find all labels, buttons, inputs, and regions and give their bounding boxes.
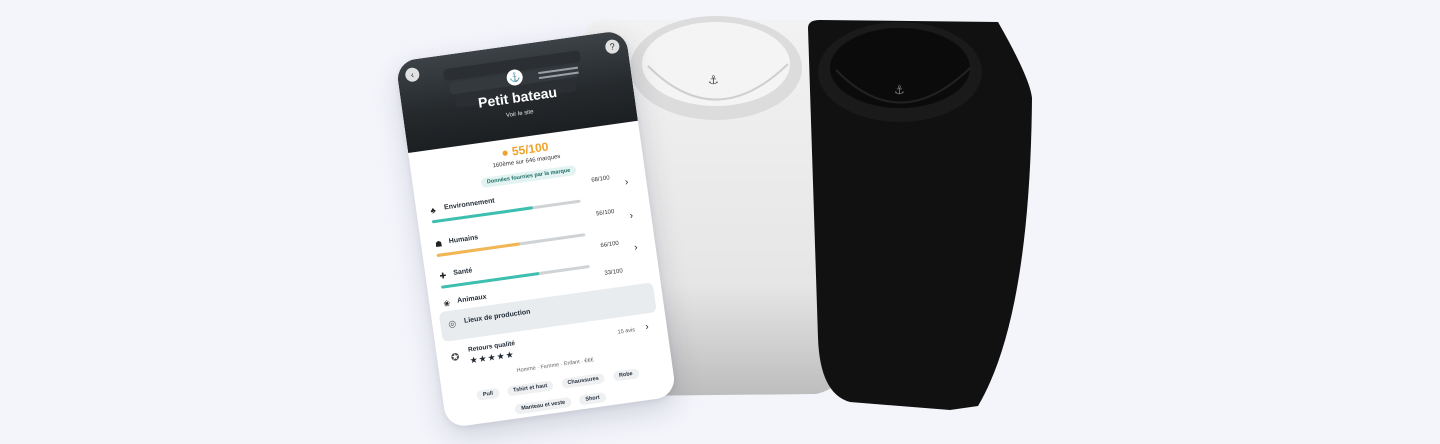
production-label: Lieux de production (463, 308, 531, 325)
chevron-right-icon: › (629, 210, 634, 222)
tag-chip[interactable]: Robe (612, 368, 640, 382)
category-score: 33/100 (604, 268, 624, 277)
data-source-badge: Données fournies par la marque (480, 164, 577, 189)
tag-chip[interactable]: Tshirt et haut (506, 380, 554, 397)
chevron-right-icon: › (644, 321, 650, 333)
category-score: 56/100 (595, 208, 615, 218)
paw-icon: ❀ (442, 298, 451, 309)
category-label: Environnement (443, 197, 496, 212)
category-label: Animaux (456, 293, 488, 305)
medal-icon: ✪ (450, 351, 461, 365)
leaf-icon: ♣ (429, 205, 437, 216)
back-button[interactable]: ‹ (404, 66, 421, 83)
health-icon: ✚ (439, 270, 447, 281)
tag-chip[interactable]: Manteau et veste (514, 396, 572, 415)
category-label: Santé (452, 267, 473, 277)
svg-text:⚓: ⚓ (894, 83, 905, 97)
tag-chip[interactable]: Chaussures (560, 372, 606, 389)
help-button[interactable]: ? (604, 38, 621, 55)
category-label: Humains (448, 234, 479, 246)
scene: ⚓ ⚓ ‹ ? ⚓ Petit bateau Voir le site ● 55… (0, 0, 1440, 444)
svg-text:⚓: ⚓ (708, 73, 719, 87)
location-icon: ◎ (447, 318, 457, 330)
chevron-right-icon: › (624, 176, 630, 189)
tag-chip[interactable]: Short (578, 391, 607, 406)
chevron-right-icon: › (633, 242, 639, 254)
people-icon: ☗ (434, 239, 443, 250)
category-score: 68/100 (591, 175, 611, 184)
tag-chip[interactable]: Pull (476, 387, 500, 401)
black-tshirt-image: ⚓ (808, 20, 1032, 410)
reviews-count: 15 avis (617, 327, 636, 336)
category-score: 66/100 (600, 240, 620, 250)
